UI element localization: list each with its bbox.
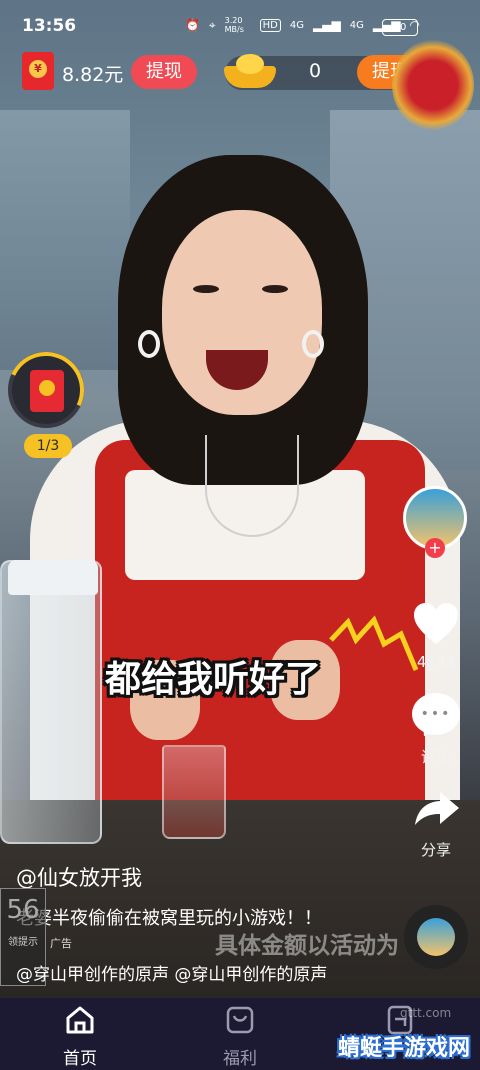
gold-ingot-icon	[224, 52, 276, 90]
video-description: 老婆半夜偷偷在被窝里玩的小游戏！！	[16, 908, 322, 929]
video-caption: 都给我听好了	[105, 659, 322, 700]
earring-right	[302, 330, 324, 358]
red-envelope-icon	[30, 370, 64, 412]
nav-label-welfare: 福利	[223, 1049, 257, 1069]
like-count: 4148	[404, 652, 468, 671]
share-arrow-icon[interactable]	[414, 790, 460, 826]
comment-dots-icon: •••	[420, 706, 452, 722]
alarm-icon: ⏰	[184, 18, 200, 32]
comment-bubble-icon[interactable]: •••	[412, 693, 460, 735]
signal-1: 4G	[289, 19, 305, 31]
network-speed: 3.20 MB/s	[224, 16, 244, 34]
home-icon	[66, 1006, 94, 1034]
ad-badge-hint: 领提示	[8, 937, 38, 948]
site-watermark-name: 蜻蜓手游戏网	[338, 1036, 471, 1061]
gold-amount: 0	[309, 60, 322, 82]
task-progress-badge: 1/3	[24, 434, 72, 458]
signal-2: 4G	[349, 19, 364, 31]
earring-left	[138, 330, 160, 358]
yen-coin-icon: ¥	[29, 60, 47, 78]
comment-label: 评论	[420, 748, 451, 766]
red-packet-icon[interactable]: ¥	[22, 52, 54, 90]
nav-label-home: 首页	[63, 1049, 97, 1069]
water-jug	[0, 560, 102, 844]
site-watermark-url: qttt.com	[400, 1006, 452, 1020]
ad-badge-number: 56	[6, 895, 40, 925]
like-count-label: 4148	[416, 653, 456, 671]
battery-indicator: 70	[382, 19, 418, 36]
comment-label-wrap: 评论	[404, 746, 468, 767]
music-ticker[interactable]: @穿山甲创作的原声 @穿山甲创作的原声	[16, 960, 327, 985]
gift-icon	[226, 1006, 254, 1034]
nav-item-welfare[interactable]: 福利	[200, 1004, 280, 1069]
follow-plus-icon[interactable]: +	[425, 538, 445, 558]
status-time: 13:56	[22, 16, 77, 36]
sparkle-decoration	[329, 615, 419, 671]
person-eye-left	[193, 285, 219, 293]
water-jug-lid	[8, 560, 98, 595]
cash-amount: 8.82元	[62, 64, 124, 86]
drinking-glass	[162, 745, 226, 839]
signal-bars-1-icon: ▂▄▆	[313, 18, 341, 32]
task-timer-widget[interactable]	[0, 341, 95, 439]
cash-withdraw-button[interactable]: 提现	[131, 55, 197, 89]
video-overlay-watermark: 具体金额以活动为	[215, 933, 399, 959]
music-disc-icon[interactable]	[404, 905, 468, 969]
person-eye-right	[262, 285, 288, 293]
music-disc-cover	[417, 918, 455, 956]
ad-tag: 广告	[50, 937, 72, 950]
background-window-left	[0, 110, 130, 370]
like-heart-icon[interactable]	[413, 602, 459, 646]
status-bar: 13:56 ⏰ ⌖ 3.20 MB/s HD 4G ▂▄▆ 4G ▂▄▆ ◠ 7…	[0, 0, 480, 50]
share-label-wrap: 分享	[404, 839, 468, 860]
share-label: 分享	[420, 841, 451, 859]
hd-badge: HD	[259, 18, 281, 32]
nav-item-home[interactable]: 首页	[40, 1004, 120, 1069]
lucky-bag-icon[interactable]	[392, 40, 474, 130]
location-icon: ⌖	[208, 17, 216, 32]
person-necklace	[205, 435, 299, 537]
